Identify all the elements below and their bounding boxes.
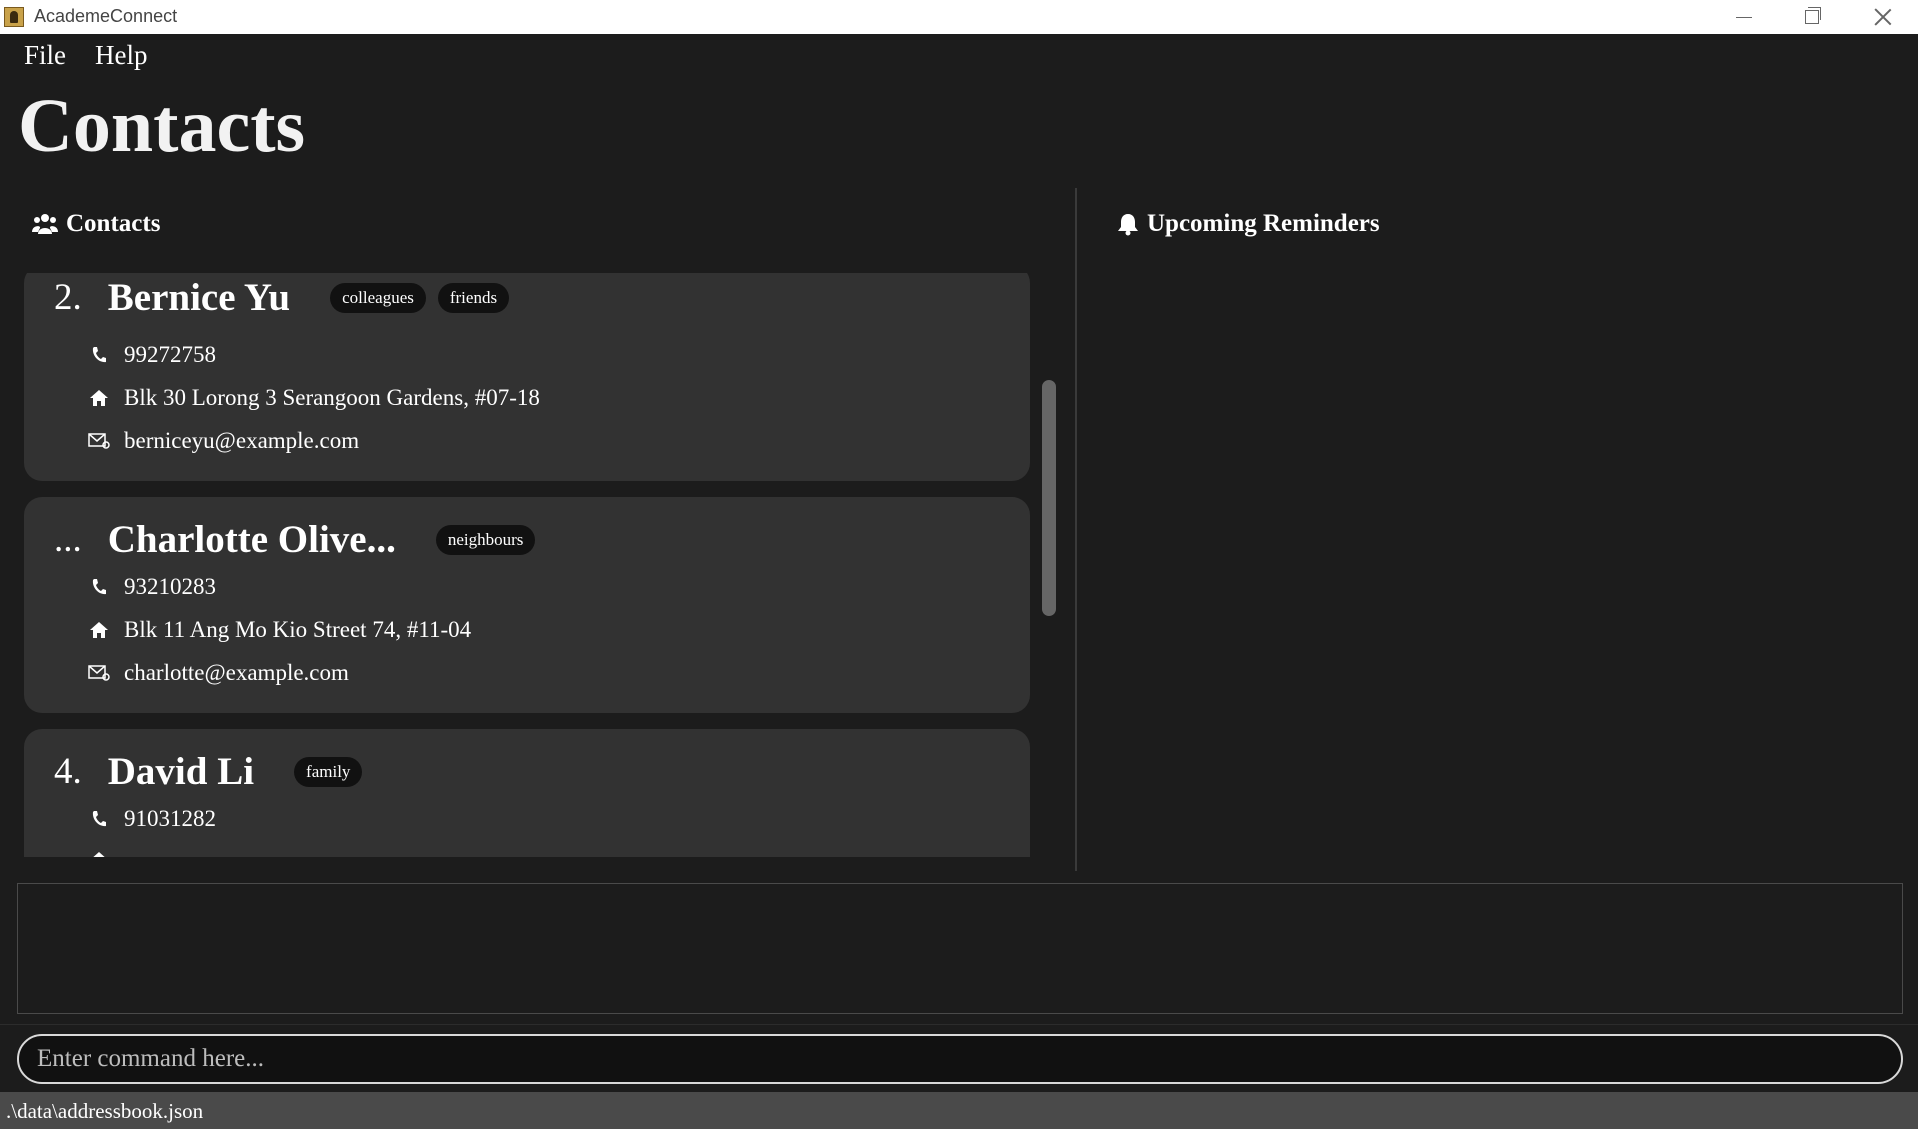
minimize-icon	[1736, 16, 1752, 18]
home-icon	[88, 849, 110, 857]
contact-address: Blk 11 Ang Mo Kio Street 74, #11-04	[124, 617, 472, 642]
contact-phone: 91031282	[124, 806, 216, 831]
contact-address: Blk 30 Lorong 3 Serangoon Gardens, #07-1…	[124, 385, 540, 410]
contact-phone: 93210283	[124, 574, 216, 599]
contact-address-row: Blk 30 Lorong 3 Serangoon Gardens, #07-1…	[88, 385, 540, 411]
command-box	[0, 1024, 1918, 1093]
restore-icon	[1805, 7, 1821, 24]
contact-phone-row: 99272758	[88, 342, 216, 368]
contact-index: 2.	[54, 277, 82, 318]
contact-phone: 99272758	[124, 342, 216, 367]
bell-icon	[1118, 214, 1138, 236]
status-bar: .\data\addressbook.json	[0, 1092, 1918, 1129]
home-icon	[88, 387, 110, 409]
contact-email-row: charlotte@example.com	[88, 660, 349, 686]
minimize-button[interactable]	[1709, 0, 1779, 34]
data-file-path: .\data\addressbook.json	[6, 1099, 204, 1123]
close-button[interactable]	[1848, 0, 1918, 34]
restore-button[interactable]	[1777, 0, 1847, 34]
contact-tag: neighbours	[435, 524, 536, 555]
title-bar: AcademeConnect	[0, 0, 1918, 34]
contact-card[interactable]: 4. David Li family 91031282	[24, 729, 1030, 857]
mail-icon	[88, 430, 110, 452]
contact-index: ...	[54, 519, 82, 560]
menu-help[interactable]: Help	[95, 40, 147, 71]
phone-icon	[88, 576, 110, 598]
phone-icon	[88, 808, 110, 830]
window-title: AcademeConnect	[34, 6, 178, 26]
contact-name: Bernice Yu	[107, 276, 291, 319]
people-icon	[32, 214, 58, 234]
panel-divider[interactable]	[1075, 188, 1077, 871]
contact-tag: colleagues	[330, 282, 426, 313]
contact-phone-row: 91031282	[88, 806, 216, 832]
contact-address-row	[88, 849, 124, 857]
contact-tag: family	[294, 756, 363, 787]
contact-list[interactable]: 2. Bernice Yu colleagues friends 9927275…	[24, 273, 1030, 857]
contact-email: berniceyu@example.com	[124, 428, 360, 453]
contact-name: Charlotte Olive...	[107, 518, 396, 561]
contacts-panel-header: Contacts	[32, 210, 160, 238]
page-title: Contacts	[18, 84, 306, 168]
contact-email-row: berniceyu@example.com	[88, 428, 359, 454]
contact-card[interactable]: ... Charlotte Olive... neighbours 932102…	[24, 497, 1030, 713]
app-logo-icon	[4, 7, 24, 27]
close-icon	[1874, 8, 1892, 26]
contact-list-scrollbar[interactable]	[1042, 380, 1056, 616]
result-display	[17, 883, 1903, 1014]
contact-card[interactable]: 2. Bernice Yu colleagues friends 9927275…	[24, 273, 1030, 481]
app-window: AcademeConnect File Help Contacts Contac…	[0, 0, 1918, 1129]
contact-address-row: Blk 11 Ang Mo Kio Street 74, #11-04	[88, 617, 471, 643]
menu-bar: File Help	[0, 34, 1918, 78]
contact-name: David Li	[107, 750, 255, 793]
contact-phone-row: 93210283	[88, 574, 216, 600]
command-input[interactable]	[17, 1034, 1903, 1084]
menu-file[interactable]: File	[24, 40, 66, 71]
contacts-panel-title: Contacts	[66, 210, 161, 237]
phone-icon	[88, 344, 110, 366]
reminders-panel-title: Upcoming Reminders	[1147, 210, 1380, 237]
contact-email: charlotte@example.com	[124, 660, 349, 685]
contact-tag: friends	[437, 282, 510, 313]
mail-icon	[88, 662, 110, 684]
home-icon	[88, 619, 110, 641]
reminders-panel-header: Upcoming Reminders	[1117, 210, 1380, 238]
contact-index: 4.	[54, 751, 82, 792]
